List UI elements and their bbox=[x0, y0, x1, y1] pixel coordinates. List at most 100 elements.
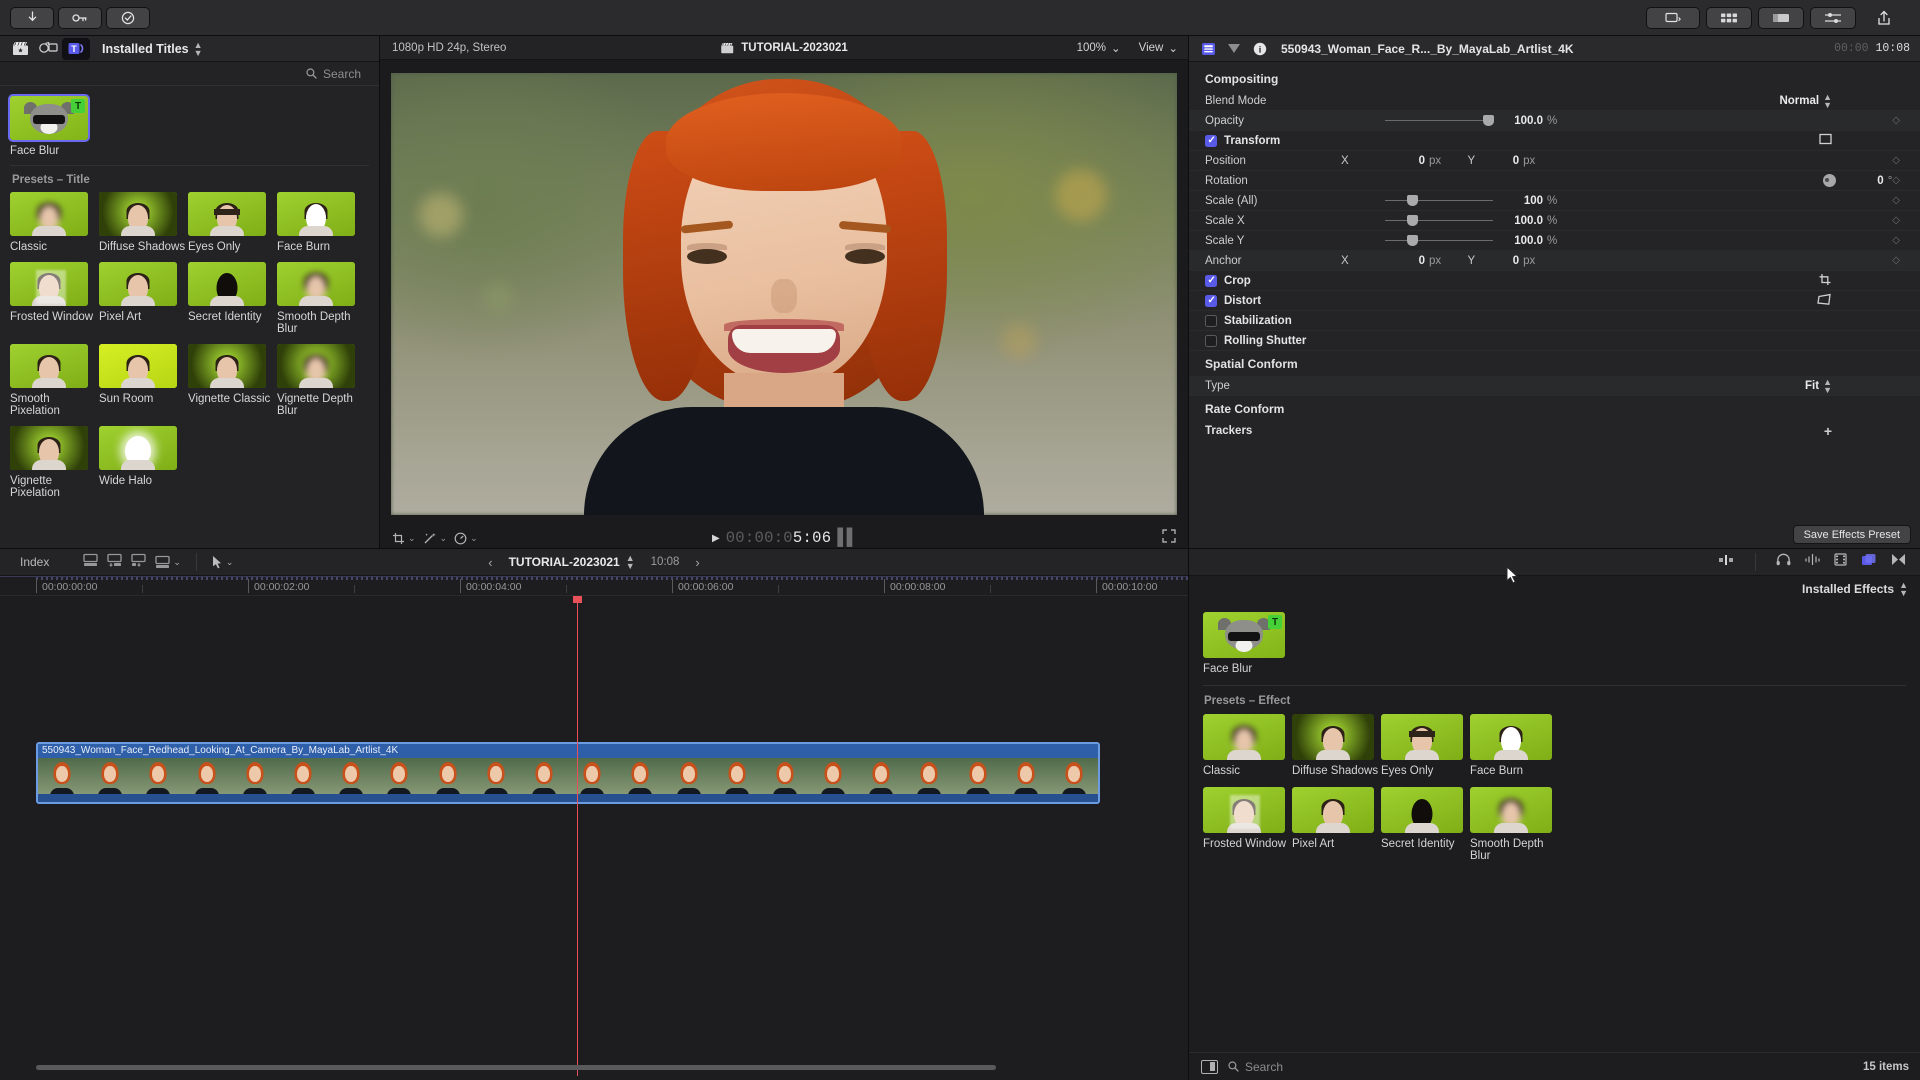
preset-item[interactable]: Wide Halo bbox=[99, 426, 188, 499]
preset-item[interactable]: Eyes Only bbox=[188, 192, 277, 253]
preset-thumbnail[interactable] bbox=[10, 426, 88, 470]
face-blur-effect-thumbnail[interactable]: T bbox=[1203, 612, 1285, 658]
preset-item[interactable]: Secret Identity bbox=[188, 262, 277, 335]
transform-onscreen-icon[interactable] bbox=[1819, 133, 1832, 148]
preset-thumbnail[interactable] bbox=[188, 344, 266, 388]
timeline-clip[interactable]: 550943_Woman_Face_Redhead_Looking_At_Cam… bbox=[36, 742, 1100, 804]
effects-browser-toggle[interactable] bbox=[1861, 553, 1877, 572]
preset-thumbnail[interactable] bbox=[1292, 787, 1374, 833]
viewer-video-frame[interactable] bbox=[391, 73, 1177, 515]
distort-checkbox[interactable] bbox=[1205, 295, 1217, 307]
preset-thumbnail[interactable] bbox=[99, 192, 177, 236]
preset-thumbnail[interactable] bbox=[188, 262, 266, 306]
preset-thumbnail[interactable] bbox=[1203, 714, 1285, 760]
browser-layout-button[interactable] bbox=[1706, 7, 1752, 29]
preset-item[interactable]: Face Burn bbox=[277, 192, 366, 253]
installed-titles-selector[interactable]: Installed Titles ▲▼ bbox=[102, 41, 203, 57]
anchor-keyframe-button[interactable]: ◇ bbox=[1892, 255, 1900, 266]
video-inspector-icon[interactable] bbox=[1199, 41, 1217, 57]
preset-item[interactable]: Pixel Art bbox=[1292, 787, 1381, 862]
preset-thumbnail[interactable] bbox=[99, 344, 177, 388]
spatial-conform-type-popup[interactable]: Fit ▲▼ bbox=[1805, 378, 1832, 394]
trackers-row[interactable]: Trackers + bbox=[1189, 421, 1920, 441]
preset-thumbnail[interactable] bbox=[1470, 714, 1552, 760]
timeline-index-button[interactable]: Index bbox=[20, 555, 49, 569]
previous-project-button[interactable]: ‹ bbox=[488, 555, 492, 570]
distort-row[interactable]: Distort bbox=[1189, 291, 1920, 311]
select-tool-button[interactable]: ⌄ bbox=[212, 555, 234, 569]
stabilization-row[interactable]: Stabilization bbox=[1189, 311, 1920, 331]
crop-row[interactable]: Crop bbox=[1189, 271, 1920, 291]
effects-search-input[interactable]: Search bbox=[1228, 1060, 1283, 1074]
preset-thumbnail[interactable] bbox=[1203, 787, 1285, 833]
color-inspector-icon[interactable] bbox=[1225, 41, 1243, 57]
scale-y-keyframe-button[interactable]: ◇ bbox=[1892, 235, 1900, 246]
anchor-row[interactable]: Anchor X 0 px Y 0 px ◇ bbox=[1189, 251, 1920, 271]
preset-thumbnail[interactable] bbox=[99, 262, 177, 306]
opacity-slider[interactable] bbox=[1385, 120, 1493, 121]
add-tracker-button[interactable]: + bbox=[1824, 423, 1832, 439]
preset-item[interactable]: Eyes Only bbox=[1381, 714, 1470, 777]
music-browser-icon[interactable] bbox=[1805, 553, 1820, 571]
preset-thumbnail[interactable] bbox=[99, 426, 177, 470]
preset-item[interactable]: Diffuse Shadows bbox=[1292, 714, 1381, 777]
scale-all-row[interactable]: Scale (All) 100 % ◇ bbox=[1189, 191, 1920, 211]
rotation-row[interactable]: Rotation 0 ° ◇ bbox=[1189, 171, 1920, 191]
playhead[interactable] bbox=[577, 596, 578, 1076]
preset-item[interactable]: Smooth Pixelation bbox=[10, 344, 99, 417]
anchor-x-value[interactable]: 0 bbox=[1379, 255, 1425, 267]
preset-thumbnail[interactable] bbox=[277, 192, 355, 236]
rotation-keyframe-button[interactable]: ◇ bbox=[1892, 175, 1900, 186]
preset-thumbnail[interactable] bbox=[188, 192, 266, 236]
preset-item[interactable]: Face Burn bbox=[1470, 714, 1559, 777]
browser-search-input[interactable]: Search bbox=[306, 67, 361, 81]
scale-y-value[interactable]: 100.0 bbox=[1493, 235, 1543, 247]
color-board-button[interactable] bbox=[1758, 7, 1804, 29]
effects-toggle-button[interactable] bbox=[1810, 7, 1856, 29]
position-row[interactable]: Position X 0 px Y 0 px ◇ bbox=[1189, 151, 1920, 171]
scale-y-row[interactable]: Scale Y 100.0 % ◇ bbox=[1189, 231, 1920, 251]
scale-all-value[interactable]: 100 bbox=[1493, 195, 1543, 207]
distort-onscreen-icon[interactable] bbox=[1817, 293, 1832, 309]
preset-item[interactable]: Vignette Depth Blur bbox=[277, 344, 366, 417]
effects-category-selector[interactable]: Installed Effects ▲▼ bbox=[1189, 576, 1920, 602]
media-browser-icon[interactable] bbox=[1834, 553, 1847, 571]
preset-item[interactable]: Pixel Art bbox=[99, 262, 188, 335]
scale-y-slider[interactable] bbox=[1385, 240, 1493, 241]
clapperboard-icon[interactable] bbox=[6, 38, 34, 60]
preset-item[interactable]: Classic bbox=[1203, 714, 1292, 777]
overwrite-edit-button[interactable]: ⌄ bbox=[155, 555, 181, 569]
share-destination-button[interactable] bbox=[1646, 7, 1700, 29]
sidebar-toggle-icon[interactable] bbox=[1201, 1060, 1218, 1074]
transform-checkbox-label[interactable]: Transform bbox=[1205, 135, 1405, 147]
connect-edit-button[interactable] bbox=[131, 553, 146, 572]
append-edit-button[interactable] bbox=[83, 553, 98, 572]
preset-item[interactable]: Vignette Pixelation bbox=[10, 426, 99, 499]
crop-checkbox-label[interactable]: Crop bbox=[1205, 275, 1405, 287]
timeline-project-selector[interactable]: TUTORIAL-2023021 ▲▼ bbox=[509, 554, 635, 570]
rolling-shutter-row[interactable]: Rolling Shutter bbox=[1189, 331, 1920, 351]
preset-item[interactable]: Frosted Window bbox=[1203, 787, 1292, 862]
preset-item[interactable]: Frosted Window bbox=[10, 262, 99, 335]
crop-onscreen-icon[interactable] bbox=[1818, 273, 1832, 289]
insert-edit-button[interactable] bbox=[107, 553, 122, 572]
fullscreen-button[interactable] bbox=[1162, 529, 1176, 548]
timeline-canvas[interactable]: 550943_Woman_Face_Redhead_Looking_At_Cam… bbox=[0, 596, 1188, 1076]
preset-thumbnail[interactable] bbox=[1470, 787, 1552, 833]
rotation-value[interactable]: 0 bbox=[1836, 175, 1884, 187]
position-y-value[interactable]: 0 bbox=[1475, 155, 1519, 167]
preset-thumbnail[interactable] bbox=[1381, 714, 1463, 760]
viewer-timecode[interactable]: 00:00:05:06 bbox=[726, 529, 832, 547]
retime-button[interactable]: ⌄ bbox=[454, 532, 478, 545]
viewer-view-menu[interactable]: View ⌄ bbox=[1139, 41, 1178, 55]
media-icon[interactable] bbox=[34, 38, 62, 60]
opacity-keyframe-button[interactable]: ◇ bbox=[1892, 115, 1900, 126]
import-media-button[interactable] bbox=[10, 7, 54, 29]
titles-tab[interactable]: T bbox=[62, 38, 90, 60]
scale-x-slider[interactable] bbox=[1385, 220, 1493, 221]
stabilization-checkbox-label[interactable]: Stabilization bbox=[1205, 315, 1405, 327]
scale-all-keyframe-button[interactable]: ◇ bbox=[1892, 195, 1900, 206]
preset-thumbnail[interactable] bbox=[1381, 787, 1463, 833]
scale-x-value[interactable]: 100.0 bbox=[1493, 215, 1543, 227]
analyze-button[interactable] bbox=[106, 7, 150, 29]
